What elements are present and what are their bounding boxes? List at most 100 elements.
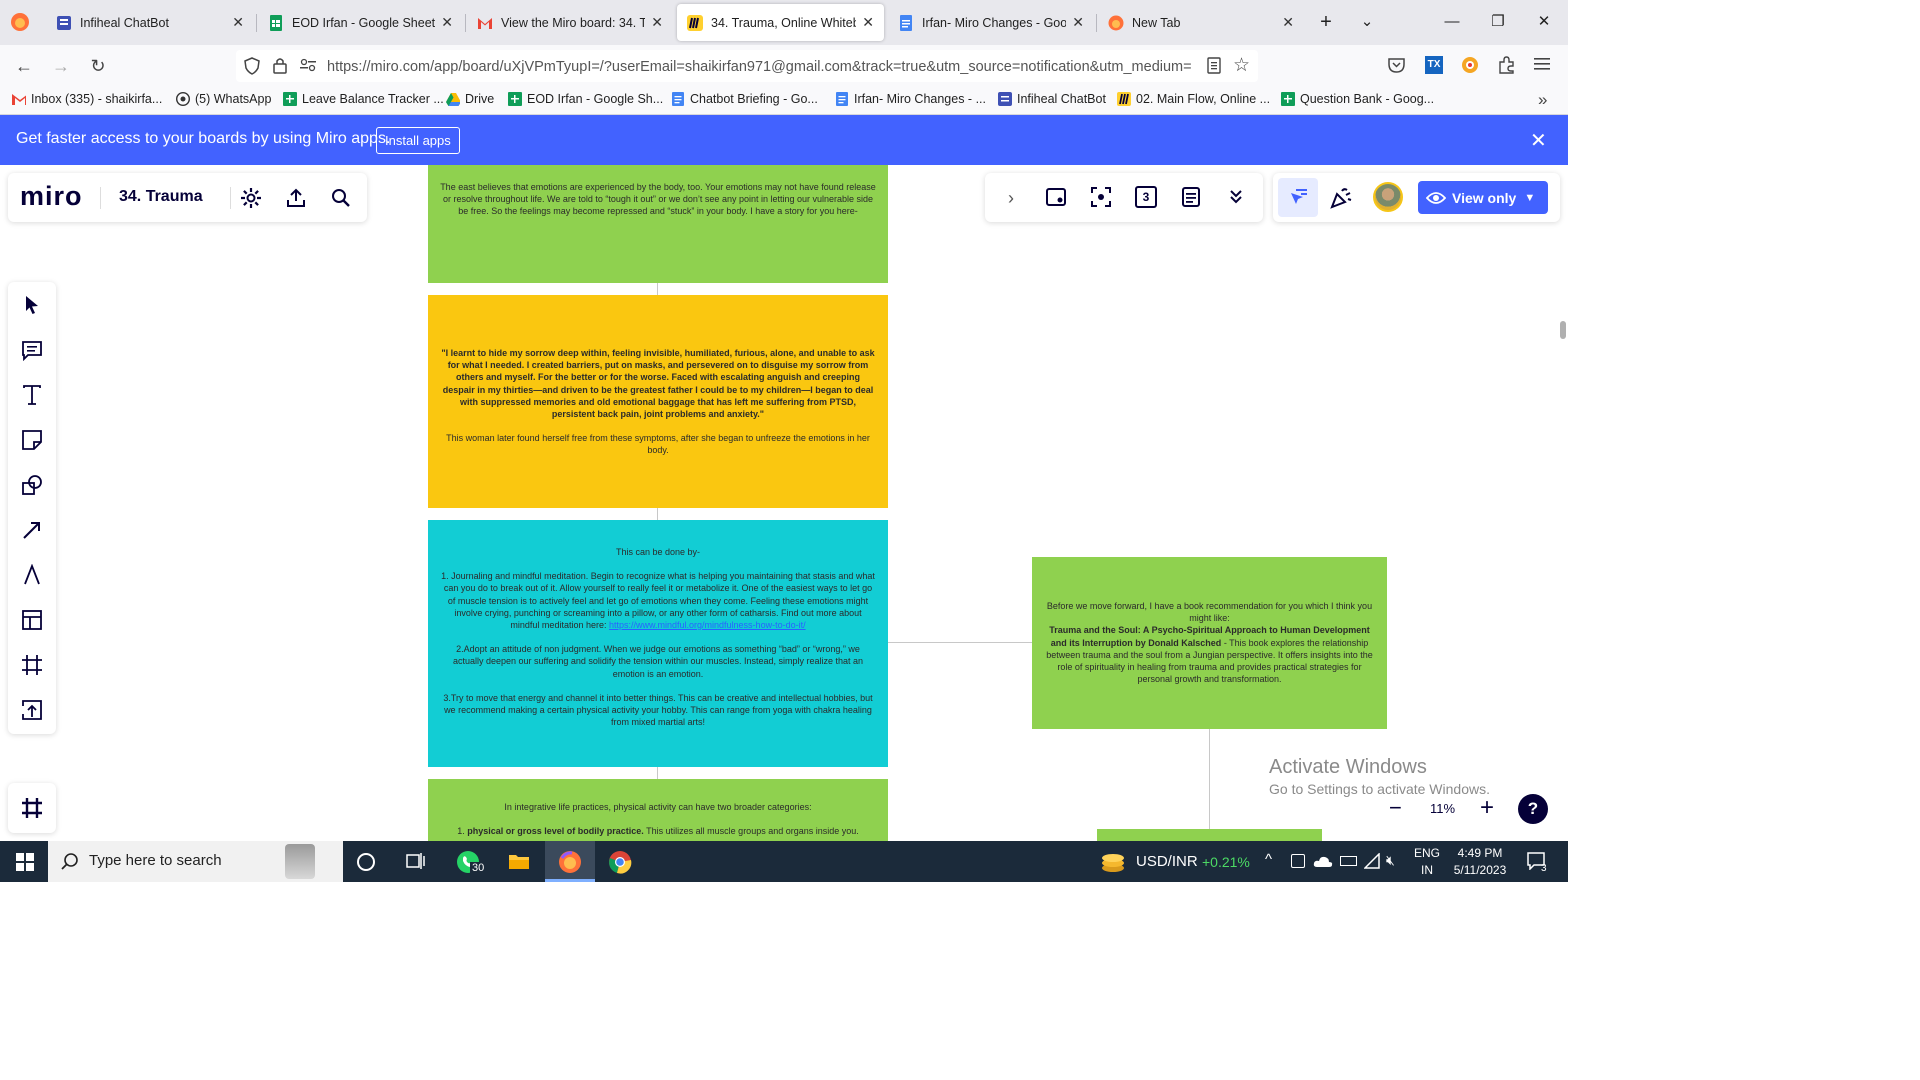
tab-eod-irfan-sheets[interactable]: EOD Irfan - Google Sheets ✕	[258, 4, 463, 41]
frame-tool-icon[interactable]	[21, 654, 43, 676]
sticky-note-green-bottom[interactable]: In integrative life practices, physical …	[428, 779, 888, 841]
windows-start-icon[interactable]	[16, 853, 34, 874]
text-tool-icon[interactable]	[21, 384, 43, 406]
miro-board-canvas[interactable]: The east believes that emotions are expe…	[0, 165, 1568, 841]
back-arrow-icon[interactable]: ←	[10, 53, 38, 79]
select-cursor-icon[interactable]	[21, 294, 43, 316]
translate-extension-icon[interactable]: TX	[1425, 56, 1443, 74]
sticky-note-green-top[interactable]: The east believes that emotions are expe…	[428, 165, 888, 283]
reload-icon[interactable]: ↻	[84, 53, 112, 79]
tab-gmail-miro-board[interactable]: View the Miro board: 34. Tra ✕	[467, 4, 673, 41]
bookmark-drive[interactable]: Drive	[446, 92, 494, 106]
zoom-out-button[interactable]: −	[1389, 795, 1402, 821]
volume-muted-icon[interactable]: 🔇︎	[1386, 852, 1395, 869]
meditation-link[interactable]: https://www.mindful.org/mindfulness-how-…	[609, 620, 806, 630]
bookmark-infiheal-chatbot[interactable]: Infiheal ChatBot	[998, 92, 1106, 106]
onedrive-cloud-icon[interactable]	[1313, 855, 1333, 871]
celebrate-party-icon[interactable]	[1329, 186, 1353, 210]
bookmark-question-bank[interactable]: Question Bank - Goog...	[1281, 92, 1434, 106]
miro-logo[interactable]: miro	[20, 181, 83, 212]
close-icon[interactable]: ✕	[651, 14, 663, 31]
close-icon[interactable]: ✕	[1282, 14, 1294, 31]
app-menu-icon[interactable]	[1534, 57, 1550, 74]
sticky-note-icon[interactable]	[1045, 186, 1067, 208]
taskbar-search-box[interactable]: Type here to search	[48, 841, 343, 882]
help-button[interactable]: ?	[1518, 794, 1548, 824]
wifi-icon[interactable]	[1363, 852, 1380, 872]
more-tools-chevron-icon[interactable]	[1225, 186, 1247, 208]
close-icon[interactable]: ✕	[1072, 14, 1084, 31]
firefox-menu-icon[interactable]	[10, 12, 30, 32]
address-bar[interactable]: https://miro.com/app/board/uXjVPmTyupI=/…	[236, 50, 1258, 82]
share-upload-icon[interactable]	[285, 187, 307, 209]
bookmark-irfan-miro-changes[interactable]: Irfan- Miro Changes - ...	[835, 92, 986, 106]
templates-icon[interactable]	[21, 609, 43, 631]
close-icon[interactable]: ✕	[862, 14, 874, 31]
bookmark-main-flow[interactable]: 02. Main Flow, Online ...	[1117, 92, 1270, 106]
language-indicator[interactable]: ENG IN	[1414, 845, 1440, 879]
frames-panel-button[interactable]	[8, 783, 56, 833]
upload-icon[interactable]	[21, 699, 43, 721]
forward-arrow-icon[interactable]: →	[47, 53, 75, 79]
reader-view-icon[interactable]	[1207, 57, 1221, 77]
focus-frame-icon[interactable]	[1090, 186, 1112, 208]
sticky-note-yellow-quote[interactable]: "I learnt to hide my sorrow deep within,…	[428, 295, 888, 508]
bookmark-whatsapp[interactable]: (5) WhatsApp	[176, 92, 271, 106]
zoom-level[interactable]: 11%	[1430, 801, 1455, 816]
connection-line-icon[interactable]	[21, 519, 43, 541]
close-icon[interactable]: ✕	[441, 14, 453, 31]
bookmark-eod-irfan[interactable]: EOD Irfan - Google Sh...	[508, 92, 663, 106]
task-view-icon[interactable]	[406, 852, 426, 873]
bookmark-leave-balance[interactable]: Leave Balance Tracker ...	[283, 92, 444, 106]
meet-now-icon[interactable]	[1291, 854, 1305, 868]
bookmark-star-icon[interactable]: ☆	[1233, 54, 1250, 77]
extensions-puzzle-icon[interactable]	[1498, 56, 1516, 77]
tab-list-chevron-icon[interactable]: ⌄	[1352, 8, 1382, 36]
extension-badge-icon[interactable]	[1461, 56, 1479, 77]
file-explorer-icon[interactable]	[508, 852, 530, 873]
cursor-follow-icon[interactable]	[1278, 178, 1318, 217]
user-avatar[interactable]	[1373, 182, 1403, 212]
currency-ticker-icon[interactable]	[1100, 850, 1126, 877]
tab-infiheal-chatbot[interactable]: Infiheal ChatBot ✕	[46, 4, 254, 41]
shapes-tool-icon[interactable]	[21, 474, 43, 496]
install-apps-button[interactable]: Install apps	[376, 127, 460, 154]
tab-trauma-whiteboard[interactable]: 34. Trauma, Online Whitebo ✕	[677, 4, 884, 41]
zoom-in-button[interactable]: +	[1480, 794, 1494, 822]
board-title[interactable]: 34. Trauma	[119, 188, 203, 206]
pen-tool-icon[interactable]	[21, 564, 43, 586]
restore-window-button[interactable]: ❐	[1483, 8, 1513, 36]
minimize-window-button[interactable]: —	[1437, 8, 1467, 36]
close-icon[interactable]: ✕	[1530, 128, 1547, 153]
bookmark-inbox[interactable]: Inbox (335) - shaikirfa...	[12, 92, 162, 106]
bookmark-chatbot-briefing[interactable]: Chatbot Briefing - Go...	[671, 92, 818, 106]
close-icon[interactable]: ✕	[232, 14, 244, 31]
pocket-icon[interactable]	[1388, 57, 1405, 76]
ticker-label[interactable]: USD/INR	[1136, 853, 1198, 870]
comment-icon[interactable]	[21, 339, 43, 361]
vertical-scrollbar-thumb[interactable]	[1560, 321, 1566, 339]
sticky-note-cyan-steps[interactable]: This can be done by- 1. Journaling and m…	[428, 520, 888, 767]
settings-gear-icon[interactable]	[240, 187, 262, 209]
chevron-right-icon[interactable]: ›	[1002, 187, 1020, 209]
more-bookmarks-chevron-icon[interactable]: »	[1538, 90, 1547, 110]
tab-new-tab[interactable]: New Tab ✕	[1098, 4, 1304, 41]
tracking-shield-icon[interactable]	[244, 57, 260, 78]
search-icon[interactable]	[330, 187, 352, 209]
show-hidden-icons-chevron-icon[interactable]: ^	[1265, 851, 1272, 868]
sticky-note-green-partial[interactable]	[1097, 829, 1322, 841]
battery-icon[interactable]	[1340, 856, 1357, 866]
clock[interactable]: 4:49 PM 5/11/2023	[1450, 845, 1510, 879]
sticky-note-tool-icon[interactable]	[21, 429, 43, 451]
firefox-taskbar-button[interactable]	[545, 841, 595, 882]
lock-icon[interactable]	[273, 57, 287, 77]
new-tab-button[interactable]: +	[1311, 8, 1341, 36]
frames-count-icon[interactable]: 3	[1135, 186, 1157, 208]
notes-document-icon[interactable]	[1180, 186, 1202, 208]
close-window-button[interactable]: ✕	[1529, 8, 1559, 36]
chrome-icon[interactable]	[608, 850, 632, 877]
tab-irfan-miro-changes[interactable]: Irfan- Miro Changes - Googl ✕	[888, 4, 1094, 41]
sticky-note-book-recommendation[interactable]: Before we move forward, I have a book re…	[1032, 557, 1387, 729]
view-only-button[interactable]: View only ▼	[1418, 181, 1548, 214]
site-permissions-icon[interactable]	[300, 58, 316, 75]
